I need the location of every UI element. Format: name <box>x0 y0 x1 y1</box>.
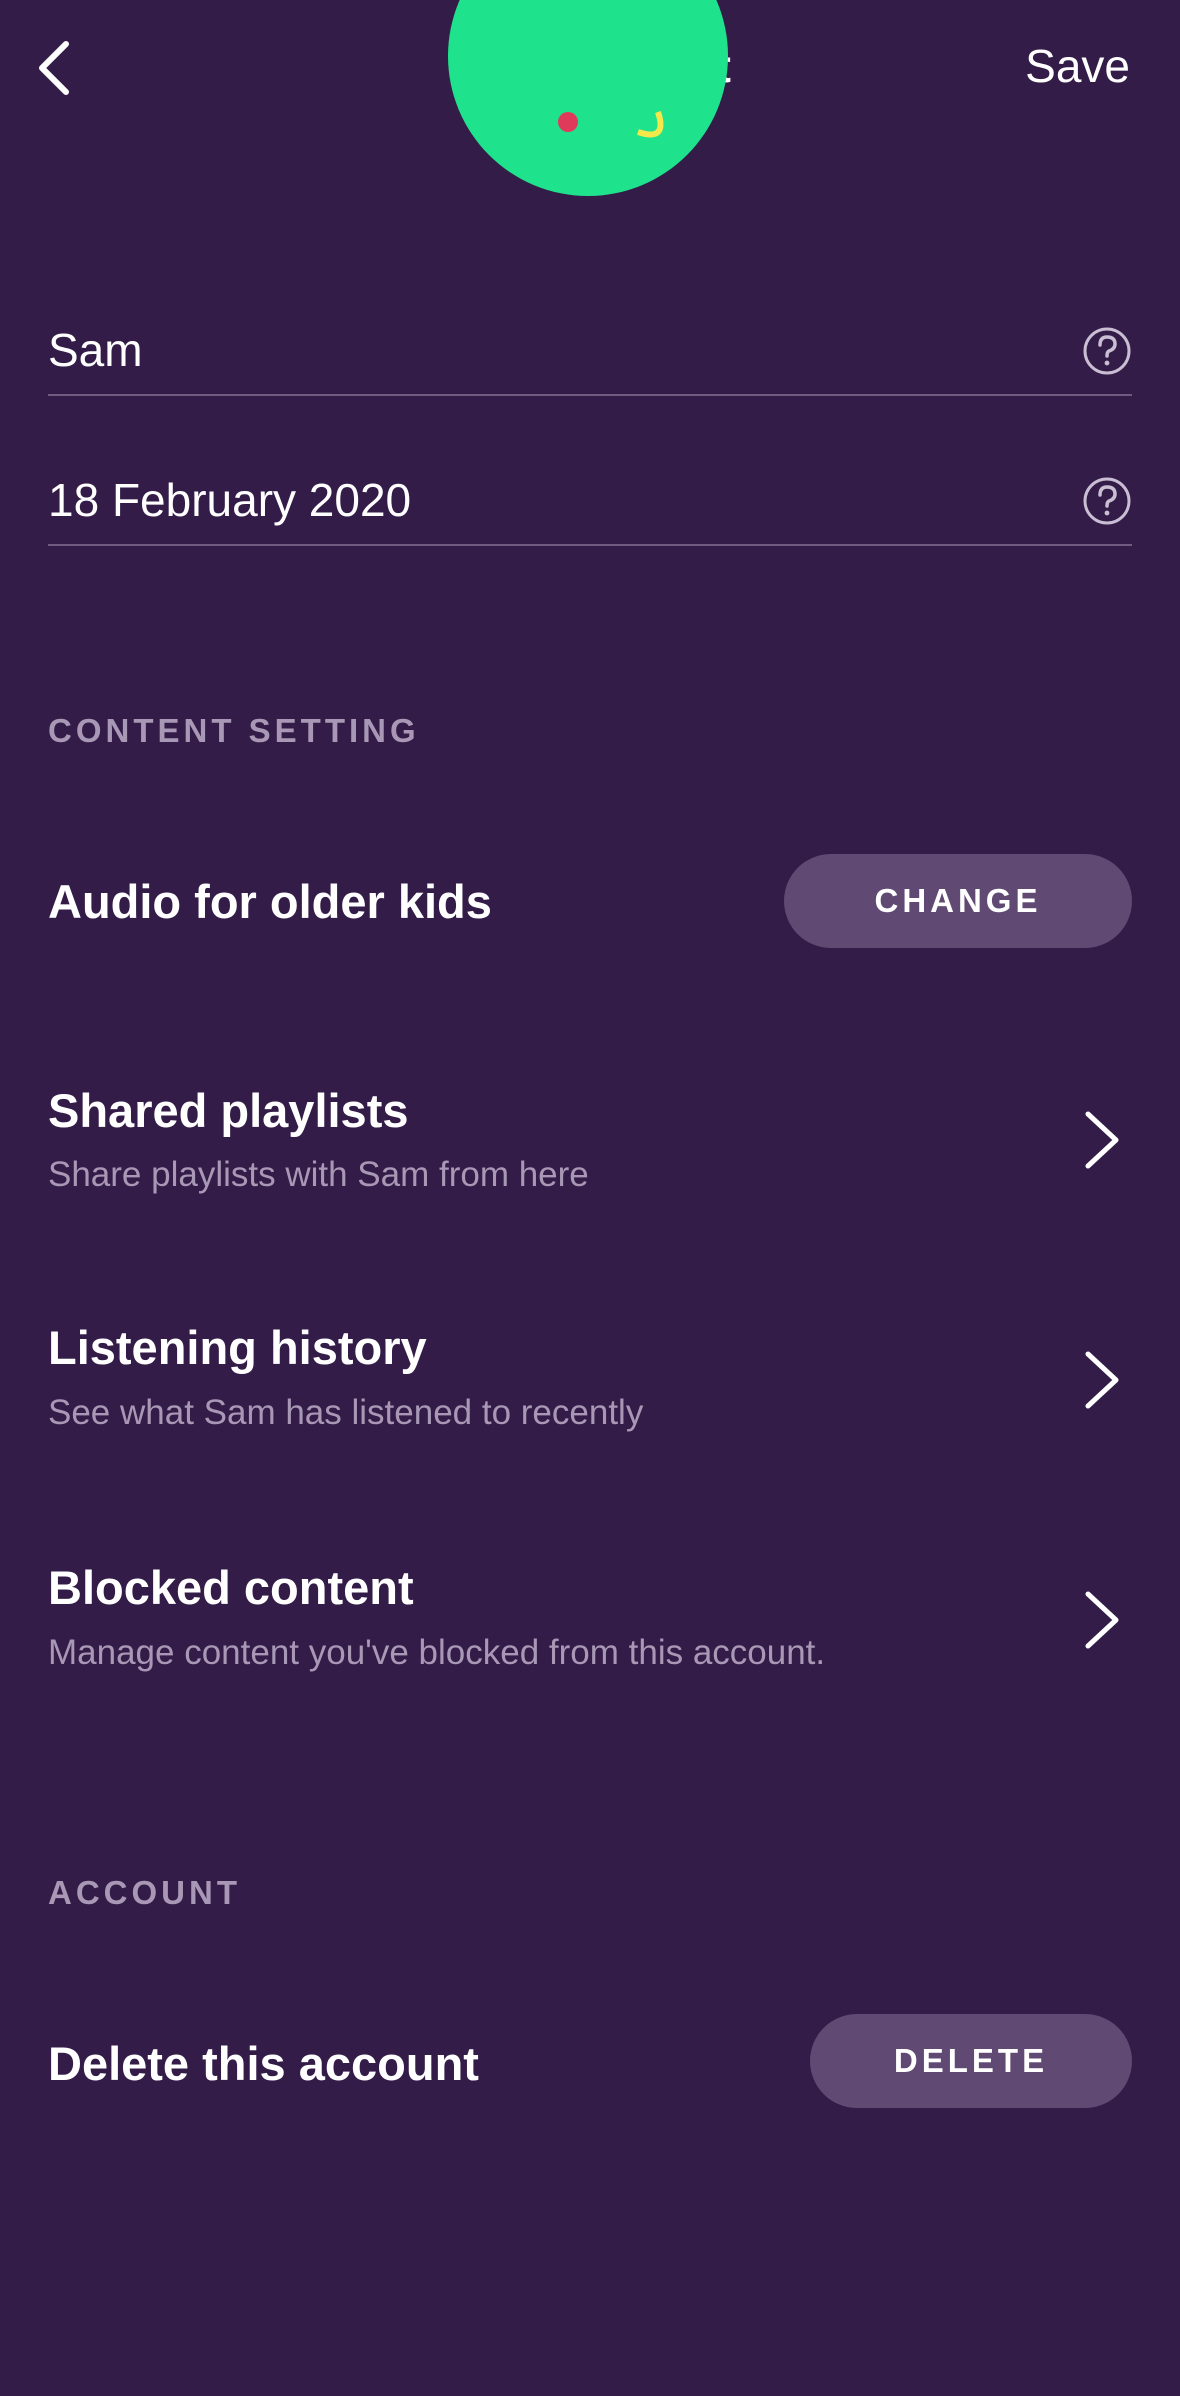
shared-playlists-row[interactable]: Shared playlists Share playlists with Sa… <box>0 1060 1180 1220</box>
shared-playlists-title: Shared playlists <box>48 1084 409 1137</box>
delete-button[interactable]: DELETE <box>810 2014 1132 2108</box>
change-button[interactable]: CHANGE <box>784 854 1132 948</box>
chevron-right-icon <box>1085 1591 1119 1649</box>
avatar[interactable] <box>448 0 728 196</box>
birthday-field[interactable]: 18 February 2020 <box>48 450 1132 546</box>
question-circle-icon[interactable] <box>1082 326 1132 376</box>
name-field-value: Sam <box>48 324 143 376</box>
avatar-artwork <box>558 111 664 138</box>
question-circle-icon[interactable] <box>1082 476 1132 526</box>
chevron-right-icon <box>1085 1351 1119 1409</box>
listening-history-title: Listening history <box>48 1321 427 1374</box>
audio-setting-title: Audio for older kids <box>48 875 492 928</box>
content-setting-section-label: CONTENT SETTING <box>48 712 420 749</box>
birthday-field-value: 18 February 2020 <box>48 474 412 526</box>
name-field[interactable]: Sam <box>48 300 1132 396</box>
shared-playlists-subtitle: Share playlists with Sam from here <box>48 1155 589 1194</box>
account-section-label: ACCOUNT <box>48 1874 241 1911</box>
chevron-right-icon <box>1085 1111 1119 1169</box>
blocked-content-title: Blocked content <box>48 1561 414 1614</box>
blocked-content-row[interactable]: Blocked content Manage content you've bl… <box>0 1540 1180 1700</box>
delete-account-title: Delete this account <box>48 2037 479 2090</box>
blocked-content-subtitle: Manage content you've blocked from this … <box>48 1633 826 1672</box>
listening-history-subtitle: See what Sam has listened to recently <box>48 1393 644 1432</box>
listening-history-row[interactable]: Listening history See what Sam has liste… <box>0 1300 1180 1460</box>
save-button[interactable]: Save <box>1025 36 1130 96</box>
